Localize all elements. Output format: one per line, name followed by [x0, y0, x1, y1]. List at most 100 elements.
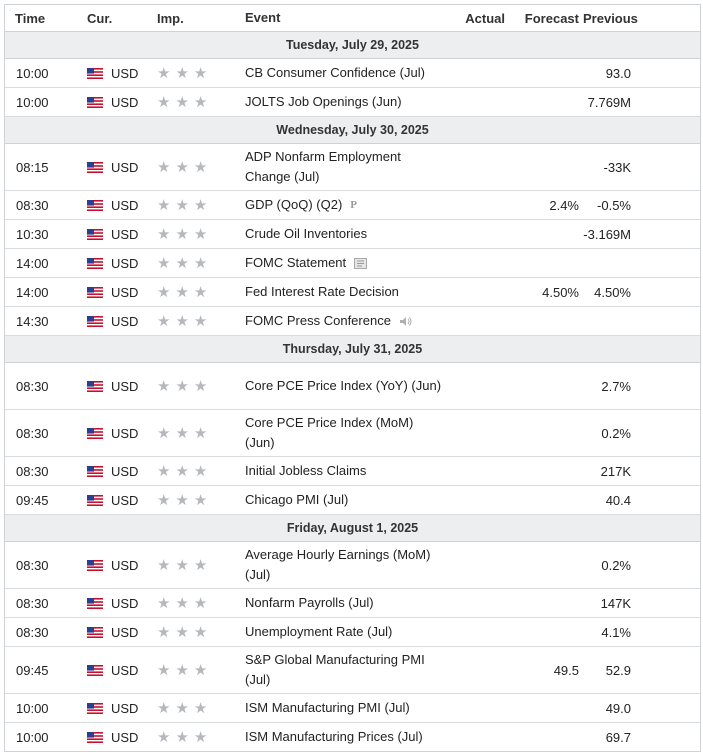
event-previous: 7.769M — [587, 94, 631, 110]
event-title[interactable]: Fed Interest Rate Decision — [245, 282, 399, 302]
table-row[interactable]: 08:30 USD ★ ★ ★ GDP (QoQ) (Q2) P 2.4% -0.5% — [5, 191, 700, 220]
event-name[interactable]: Core PCE Price Index (YoY) (Jun) — [245, 376, 445, 396]
event-importance: ★ ★ ★ — [149, 227, 245, 242]
event-currency: USD — [79, 198, 149, 213]
table-row[interactable]: 08:15 USD ★ ★ ★ ADP Nonfarm Employment Change… — [5, 144, 700, 191]
event-title[interactable]: Crude Oil Inventories — [245, 224, 367, 244]
event-name[interactable]: ISM Manufacturing Prices (Jul) — [245, 727, 445, 747]
event-name[interactable]: GDP (QoQ) (Q2) P — [245, 195, 445, 215]
importance-star-icon: ★ — [157, 64, 171, 82]
event-time: 09:45 — [16, 492, 49, 508]
event-name[interactable]: ADP Nonfarm Employment Change (Jul) — [245, 147, 445, 187]
table-row[interactable]: 09:45 USD ★ ★ ★ Chicago PMI (Jul) 40.4 — [5, 486, 700, 515]
event-currency: USD — [79, 426, 149, 441]
us-flag-icon — [87, 315, 103, 327]
currency-code: USD — [111, 729, 139, 745]
event-title[interactable]: Chicago PMI (Jul) — [245, 490, 348, 510]
event-title[interactable]: Average Hourly Earnings (MoM) (Jul) — [245, 545, 445, 585]
table-row[interactable]: 10:00 USD ★ ★ ★ ISM Manufacturing Prices (Jul… — [5, 723, 700, 751]
event-previous: -33K — [603, 159, 631, 175]
preliminary-icon[interactable]: P — [350, 195, 357, 215]
importance-star-icon: ★ — [157, 623, 171, 641]
event-name[interactable]: Unemployment Rate (Jul) — [245, 622, 445, 642]
event-name[interactable]: Nonfarm Payrolls (Jul) — [245, 593, 445, 613]
table-row[interactable]: 10:00 USD ★ ★ ★ JOLTS Job Openings (Jun) 7.769… — [5, 88, 700, 117]
table-row[interactable]: 14:00 USD ★ ★ ★ FOMC Statement — [5, 249, 700, 278]
event-currency: USD — [79, 464, 149, 479]
importance-star-icon: ★ — [157, 377, 171, 395]
table-row[interactable]: 10:00 USD ★ ★ ★ ISM Manufacturing PMI (Jul) 49… — [5, 694, 700, 723]
header-time[interactable]: Time — [5, 11, 79, 26]
currency-code: USD — [111, 284, 139, 300]
table-row[interactable]: 14:00 USD ★ ★ ★ Fed Interest Rate Decision 4.5… — [5, 278, 700, 307]
event-title[interactable]: GDP (QoQ) (Q2) — [245, 195, 342, 215]
header-actual[interactable]: Actual — [445, 11, 505, 26]
us-flag-icon — [87, 559, 103, 571]
event-name[interactable]: FOMC Press Conference — [245, 311, 445, 331]
event-currency: USD — [79, 160, 149, 175]
table-row[interactable]: 10:30 USD ★ ★ ★ Crude Oil Inventories -3.169M — [5, 220, 700, 249]
event-name[interactable]: ISM Manufacturing PMI (Jul) — [245, 698, 445, 718]
event-title[interactable]: JOLTS Job Openings (Jun) — [245, 92, 402, 112]
event-title[interactable]: Initial Jobless Claims — [245, 461, 366, 481]
table-row[interactable]: 08:30 USD ★ ★ ★ Average Hourly Earnings (MoM)… — [5, 542, 700, 589]
event-importance: ★ ★ ★ — [149, 625, 245, 640]
importance-star-icon: ★ — [175, 196, 189, 214]
event-name[interactable]: Initial Jobless Claims — [245, 461, 445, 481]
header-previous[interactable]: Previous — [583, 11, 671, 26]
event-title[interactable]: FOMC Press Conference — [245, 311, 391, 331]
speaker-icon[interactable] — [399, 316, 412, 327]
event-title[interactable]: ISM Manufacturing PMI (Jul) — [245, 698, 410, 718]
header-event[interactable]: Event — [245, 8, 445, 28]
event-name[interactable]: S&P Global Manufacturing PMI (Jul) — [245, 650, 445, 690]
event-importance: ★ ★ ★ — [149, 66, 245, 81]
importance-star-icon: ★ — [193, 93, 208, 111]
event-title[interactable]: CB Consumer Confidence (Jul) — [245, 63, 425, 83]
event-currency: USD — [79, 227, 149, 242]
importance-star-icon: ★ — [193, 158, 208, 176]
event-name[interactable]: JOLTS Job Openings (Jun) — [245, 92, 445, 112]
table-row[interactable]: 08:30 USD ★ ★ ★ Unemployment Rate (Jul) 4.1% — [5, 618, 700, 647]
table-row[interactable]: 08:30 USD ★ ★ ★ Core PCE Price Index (YoY) (J… — [5, 363, 700, 410]
us-flag-icon — [87, 67, 103, 79]
event-title[interactable]: S&P Global Manufacturing PMI (Jul) — [245, 650, 445, 690]
importance-star-icon: ★ — [175, 312, 189, 330]
event-name[interactable]: Core PCE Price Index (MoM) (Jun) — [245, 413, 445, 453]
table-row[interactable]: 10:00 USD ★ ★ ★ CB Consumer Confidence (Jul) 9… — [5, 59, 700, 88]
header-importance[interactable]: Imp. — [149, 11, 245, 26]
event-title[interactable]: ADP Nonfarm Employment Change (Jul) — [245, 147, 445, 187]
event-title[interactable]: Nonfarm Payrolls (Jul) — [245, 593, 374, 613]
event-title[interactable]: ISM Manufacturing Prices (Jul) — [245, 727, 423, 747]
table-row[interactable]: 08:30 USD ★ ★ ★ Initial Jobless Claims 217K — [5, 457, 700, 486]
event-title[interactable]: FOMC Statement — [245, 253, 346, 273]
event-name[interactable]: CB Consumer Confidence (Jul) — [245, 63, 445, 83]
event-name[interactable]: Fed Interest Rate Decision — [245, 282, 445, 302]
table-row[interactable]: 08:30 USD ★ ★ ★ Nonfarm Payrolls (Jul) 147K — [5, 589, 700, 618]
table-row[interactable]: 09:45 USD ★ ★ ★ S&P Global Manufacturing PMI … — [5, 647, 700, 694]
table-row[interactable]: 14:30 USD ★ ★ ★ FOMC Press Conference — [5, 307, 700, 336]
table-row[interactable]: 08:30 USD ★ ★ ★ Core PCE Price Index (MoM) (J… — [5, 410, 700, 457]
event-name[interactable]: Chicago PMI (Jul) — [245, 490, 445, 510]
header-forecast[interactable]: Forecast — [505, 11, 583, 26]
importance-star-icon: ★ — [193, 424, 208, 442]
event-title[interactable]: Core PCE Price Index (MoM) (Jun) — [245, 413, 445, 453]
event-time: 09:45 — [16, 662, 49, 678]
event-previous: 4.1% — [601, 624, 631, 640]
event-title[interactable]: Unemployment Rate (Jul) — [245, 622, 392, 642]
event-name[interactable]: FOMC Statement — [245, 253, 445, 273]
header-currency[interactable]: Cur. — [79, 11, 149, 26]
document-icon[interactable] — [354, 257, 368, 269]
importance-star-icon: ★ — [175, 491, 189, 509]
currency-code: USD — [111, 492, 139, 508]
importance-star-icon: ★ — [175, 254, 189, 272]
event-previous: 49.0 — [605, 700, 631, 716]
event-time: 10:00 — [16, 729, 49, 745]
currency-code: USD — [111, 159, 139, 175]
importance-star-icon: ★ — [157, 462, 171, 480]
event-name[interactable]: Crude Oil Inventories — [245, 224, 445, 244]
importance-star-icon: ★ — [175, 594, 189, 612]
event-title[interactable]: Core PCE Price Index (YoY) (Jun) — [245, 376, 441, 396]
currency-code: USD — [111, 313, 139, 329]
importance-star-icon: ★ — [157, 283, 171, 301]
event-name[interactable]: Average Hourly Earnings (MoM) (Jul) — [245, 545, 445, 585]
